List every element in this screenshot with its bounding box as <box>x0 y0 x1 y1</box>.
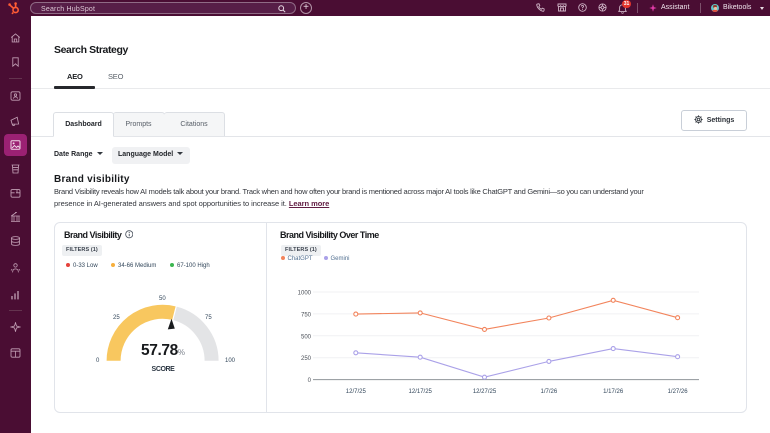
svg-text:12/17/25: 12/17/25 <box>409 389 433 395</box>
svg-text:1000: 1000 <box>298 291 312 297</box>
svg-text:12/27/25: 12/27/25 <box>473 389 497 395</box>
svg-text:750: 750 <box>301 312 312 318</box>
svg-text:1/7/26: 1/7/26 <box>541 389 558 395</box>
svg-text:500: 500 <box>301 334 312 340</box>
svg-text:1/27/26: 1/27/26 <box>668 389 689 395</box>
svg-text:1/17/26: 1/17/26 <box>603 389 624 395</box>
svg-text:0: 0 <box>308 378 312 384</box>
svg-text:250: 250 <box>301 356 312 362</box>
svg-text:12/7/25: 12/7/25 <box>346 389 367 395</box>
